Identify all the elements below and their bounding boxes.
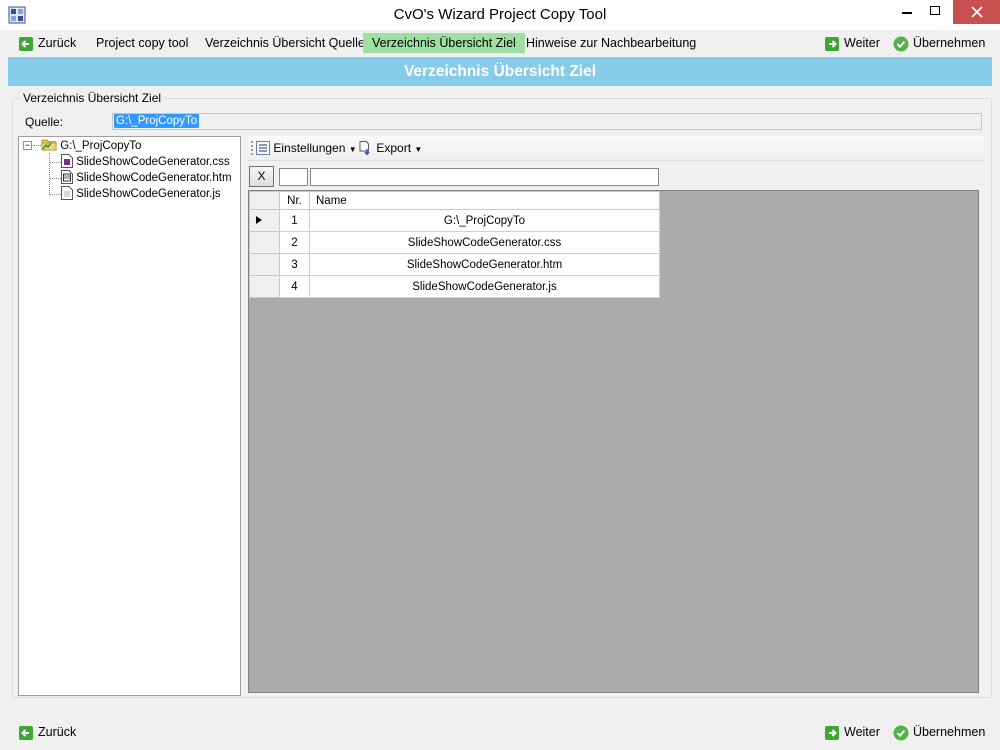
step-source-overview[interactable]: Verzeichnis Übersicht Quelle: [199, 33, 371, 53]
cell-nr[interactable]: 3: [279, 253, 310, 276]
js-file-icon: [61, 186, 73, 200]
cell-name[interactable]: SlideShowCodeGenerator.js: [309, 275, 660, 298]
apply-button-bottom[interactable]: Übernehmen: [890, 722, 991, 742]
settings-dropdown[interactable]: Einstellungen ▼: [256, 140, 357, 157]
filter-name-input[interactable]: [310, 168, 659, 186]
green-right-arrow-icon: [825, 726, 839, 740]
green-left-arrow-icon: [19, 726, 33, 740]
row-header[interactable]: [249, 231, 280, 254]
grid-table: Nr. Name 1 G:\_ProjCopyTo 2 SlideShowCod…: [249, 191, 660, 298]
table-row[interactable]: 4 SlideShowCodeGenerator.js: [249, 275, 660, 298]
green-right-arrow-icon: [825, 37, 839, 51]
settings-label: Einstellungen: [273, 141, 346, 155]
tree-item[interactable]: SlideShowCodeGenerator.css: [61, 154, 230, 170]
tree-item[interactable]: SlideShowCodeGenerator.js: [61, 186, 221, 202]
tree-item-label: SlideShowCodeGenerator.css: [76, 156, 230, 168]
cell-nr[interactable]: 2: [279, 231, 310, 254]
cell-name[interactable]: SlideShowCodeGenerator.css: [309, 231, 660, 254]
apply-label: Übernehmen: [913, 36, 986, 50]
tree-item-label: SlideShowCodeGenerator.js: [76, 188, 221, 200]
next-button[interactable]: Weiter: [822, 33, 886, 53]
tree-root-node[interactable]: G:\_ProjCopyTo: [41, 137, 141, 153]
step-post-processing-notes[interactable]: Hinweise zur Nachbearbeitung: [520, 33, 702, 53]
tree-connector: [33, 145, 41, 146]
next-button-bottom[interactable]: Weiter: [822, 722, 886, 742]
close-button[interactable]: [953, 0, 1000, 24]
wizard-nav-bar: Zurück Project copy tool Verzeichnis Übe…: [8, 31, 992, 55]
settings-list-icon: [256, 141, 270, 155]
tree-connector: [49, 153, 50, 195]
wizard-bottom-bar: Zurück Weiter Übernehmen: [8, 720, 992, 744]
source-value[interactable]: G:\_ProjCopyTo: [114, 114, 200, 128]
next-label: Weiter: [844, 725, 880, 739]
tree-connector: [49, 178, 61, 179]
cell-nr[interactable]: 4: [279, 275, 310, 298]
title-bar: CvO's Wizard Project Copy Tool: [0, 0, 1000, 30]
group-legend: Verzeichnis Übersicht Ziel: [20, 91, 165, 105]
tree-connector: [49, 194, 61, 195]
column-header-name[interactable]: Name: [309, 191, 660, 210]
row-header-corner[interactable]: [249, 191, 280, 210]
page-header: Verzeichnis Übersicht Ziel: [8, 57, 992, 86]
export-dropdown[interactable]: Export ▼: [359, 140, 422, 157]
close-icon: [970, 6, 983, 18]
step-target-overview[interactable]: Verzeichnis Übersicht Ziel: [363, 33, 525, 53]
table-row[interactable]: 3 SlideShowCodeGenerator.htm: [249, 253, 660, 276]
back-label: Zurück: [38, 725, 77, 739]
current-row-arrow-icon: [256, 215, 262, 224]
tree-connector: [49, 162, 61, 163]
row-header[interactable]: [249, 253, 280, 276]
folder-icon: [41, 139, 57, 151]
row-header-current[interactable]: [249, 209, 280, 232]
chevron-down-icon: ▼: [348, 145, 357, 154]
cell-name[interactable]: G:\_ProjCopyTo: [309, 209, 660, 232]
back-label: Zurück: [38, 36, 77, 50]
back-button-bottom[interactable]: Zurück: [16, 722, 82, 742]
tree-root-label: G:\_ProjCopyTo: [60, 140, 142, 152]
column-header-nr[interactable]: Nr.: [279, 191, 310, 210]
cell-name[interactable]: SlideShowCodeGenerator.htm: [309, 253, 660, 276]
clear-filter-button[interactable]: X: [249, 166, 274, 187]
htm-file-icon: [61, 170, 73, 184]
tree-item-label: SlideShowCodeGenerator.htm: [76, 172, 232, 184]
step-project-copy-tool[interactable]: Project copy tool: [90, 33, 194, 53]
css-file-icon: [61, 154, 73, 168]
apply-button[interactable]: Übernehmen: [890, 33, 991, 53]
next-label: Weiter: [844, 36, 880, 50]
filter-nr-input[interactable]: [279, 168, 308, 186]
minimize-icon: [902, 12, 912, 14]
table-row[interactable]: 2 SlideShowCodeGenerator.css: [249, 231, 660, 254]
maximize-icon: [930, 6, 940, 15]
folder-tree[interactable]: − G:\_ProjCopyTo SlideShowCodeGenerator.…: [18, 136, 241, 696]
window-title: CvO's Wizard Project Copy Tool: [393, 6, 607, 23]
green-check-icon: [893, 725, 909, 741]
toolbar-grip[interactable]: [251, 141, 253, 155]
row-header[interactable]: [249, 275, 280, 298]
file-grid[interactable]: Nr. Name 1 G:\_ProjCopyTo 2 SlideShowCod…: [248, 190, 979, 693]
cell-nr[interactable]: 1: [279, 209, 310, 232]
grid-toolbar: Einstellungen ▼ Export ▼: [248, 136, 984, 161]
collapse-toggle[interactable]: −: [23, 141, 32, 150]
tree-item[interactable]: SlideShowCodeGenerator.htm: [61, 170, 232, 186]
green-check-icon: [893, 36, 909, 52]
maximize-button[interactable]: [918, 0, 952, 24]
table-row[interactable]: 1 G:\_ProjCopyTo: [249, 209, 660, 232]
export-label: Export: [376, 141, 412, 155]
green-left-arrow-icon: [19, 37, 33, 51]
source-label: Quelle:: [25, 115, 64, 129]
source-field[interactable]: [112, 113, 982, 130]
chevron-down-icon: ▼: [414, 145, 423, 154]
apply-label: Übernehmen: [913, 725, 986, 739]
back-button[interactable]: Zurück: [16, 33, 82, 53]
grid-header-row: Nr. Name: [249, 191, 660, 210]
export-icon: [359, 141, 370, 156]
wizard-app-icon[interactable]: [8, 6, 26, 24]
